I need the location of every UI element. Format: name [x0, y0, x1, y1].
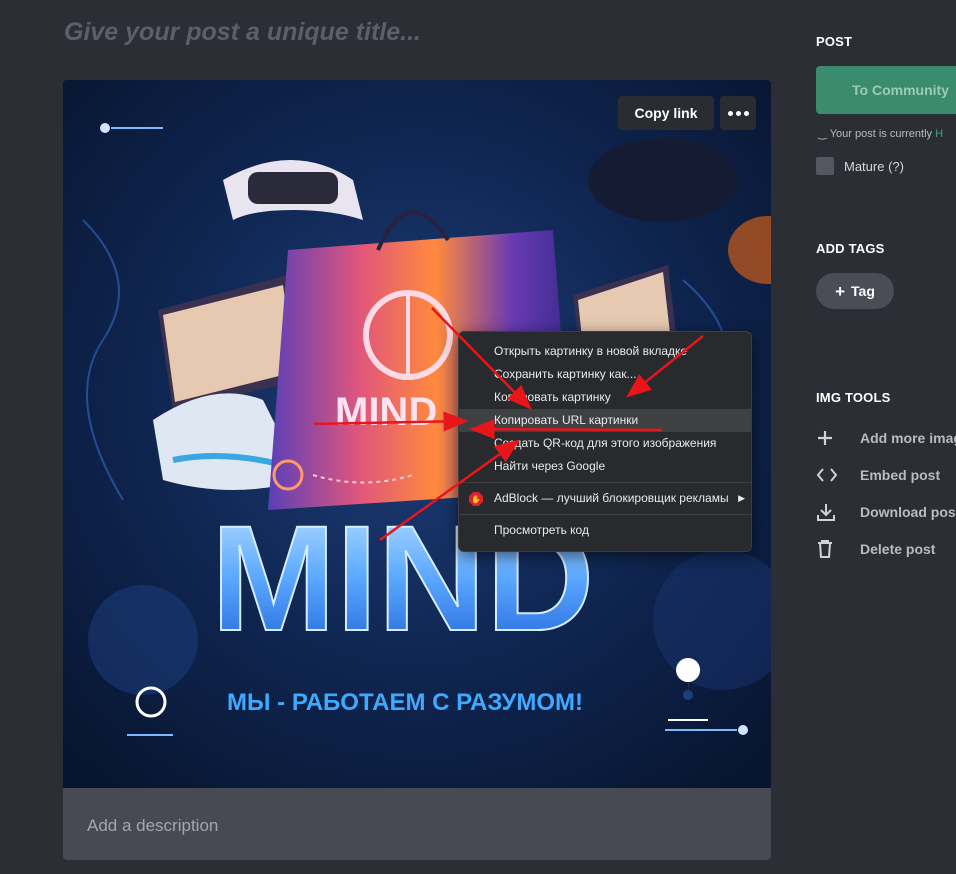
embed-post-button[interactable]: Embed post	[816, 463, 940, 487]
plus-icon: +	[835, 281, 846, 301]
code-icon	[816, 463, 844, 487]
context-menu: Открыть картинку в новой вкладке Сохрани…	[458, 331, 752, 552]
download-icon	[816, 500, 844, 524]
post-status-highlight: H	[935, 128, 944, 140]
menu-item-search-google[interactable]: Найти через Google	[459, 455, 751, 478]
menu-item-save-image-as[interactable]: Сохранить картинку как...	[459, 363, 751, 386]
post-status-text: Your post is currently	[829, 128, 933, 140]
add-more-images-button[interactable]: Add more imag	[816, 426, 956, 450]
menu-item-open-image-new-tab[interactable]: Открыть картинку в новой вкладке	[459, 340, 751, 363]
post-status: ‿ Your post is currently H	[818, 127, 943, 140]
menu-item-adblock[interactable]: ✋ AdBlock — лучший блокировщик рекламы ▶	[459, 487, 751, 510]
add-tag-button[interactable]: + Tag	[816, 273, 894, 309]
add-tag-label: Tag	[851, 283, 875, 299]
tags-heading: ADD TAGS	[816, 241, 885, 256]
embed-post-label: Embed post	[860, 467, 941, 483]
image-slogan: МЫ - РАБОТАЕМ С РАЗУМОМ!	[227, 689, 583, 716]
mature-label: Mature (?)	[844, 159, 904, 174]
menu-separator	[459, 514, 751, 515]
adblock-icon: ✋	[469, 492, 483, 506]
plus-icon	[816, 426, 844, 450]
menu-item-copy-image[interactable]: Копировать картинку	[459, 386, 751, 409]
mature-checkbox[interactable]	[816, 157, 834, 175]
delete-post-label: Delete post	[860, 541, 936, 557]
adblock-label: AdBlock — лучший блокировщик рекламы	[494, 491, 729, 505]
menu-item-copy-image-url[interactable]: Копировать URL картинки	[459, 409, 751, 432]
eye-closed-icon: ‿	[818, 128, 827, 140]
more-options-button[interactable]	[720, 96, 756, 130]
description-input[interactable]: Add a description	[63, 788, 771, 860]
post-editor-page: MIND MIND МЫ - РАБОТАЕМ С РАЗУМОМ! Copy …	[0, 0, 956, 874]
menu-item-inspect[interactable]: Просмотреть код	[459, 519, 751, 542]
copy-link-button[interactable]: Copy link	[618, 96, 714, 130]
post-title-input[interactable]	[64, 14, 764, 50]
submenu-arrow-icon: ▶	[738, 493, 745, 503]
bag-text: MIND	[335, 390, 437, 434]
menu-separator	[459, 482, 751, 483]
trash-icon	[816, 537, 844, 561]
to-community-button[interactable]: To Community	[816, 66, 956, 114]
menu-item-create-qr-code[interactable]: Создать QR-код для этого изображения	[459, 432, 751, 455]
img-tools-heading: IMG TOOLS	[816, 390, 891, 405]
delete-post-button[interactable]: Delete post	[816, 537, 935, 561]
add-more-images-label: Add more imag	[860, 430, 956, 446]
download-post-label: Download post	[860, 504, 956, 520]
post-heading: POST	[816, 34, 853, 49]
download-post-button[interactable]: Download post	[816, 500, 956, 524]
more-icon	[727, 110, 733, 116]
